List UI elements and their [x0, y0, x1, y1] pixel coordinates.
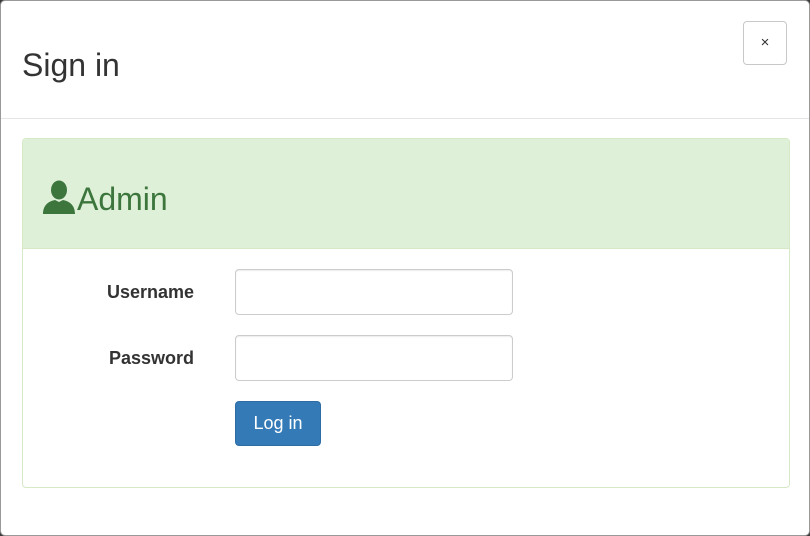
- modal-title: Sign in: [22, 47, 120, 83]
- modal-header: Sign in ×: [1, 1, 809, 119]
- username-input[interactable]: [235, 269, 513, 315]
- username-label: Username: [106, 282, 194, 302]
- panel-title: Admin: [42, 179, 168, 219]
- close-button[interactable]: ×: [743, 21, 787, 65]
- panel-heading-text: Admin: [77, 181, 168, 217]
- panel-heading: Admin: [23, 139, 789, 249]
- password-label: Password: [108, 348, 194, 368]
- password-input[interactable]: [235, 335, 513, 381]
- admin-panel: Admin Username Password Log in: [22, 138, 790, 488]
- sign-in-modal: Sign in × Admin Username Password Log in: [0, 0, 810, 536]
- login-button[interactable]: Log in: [235, 401, 321, 446]
- user-icon: [43, 180, 75, 214]
